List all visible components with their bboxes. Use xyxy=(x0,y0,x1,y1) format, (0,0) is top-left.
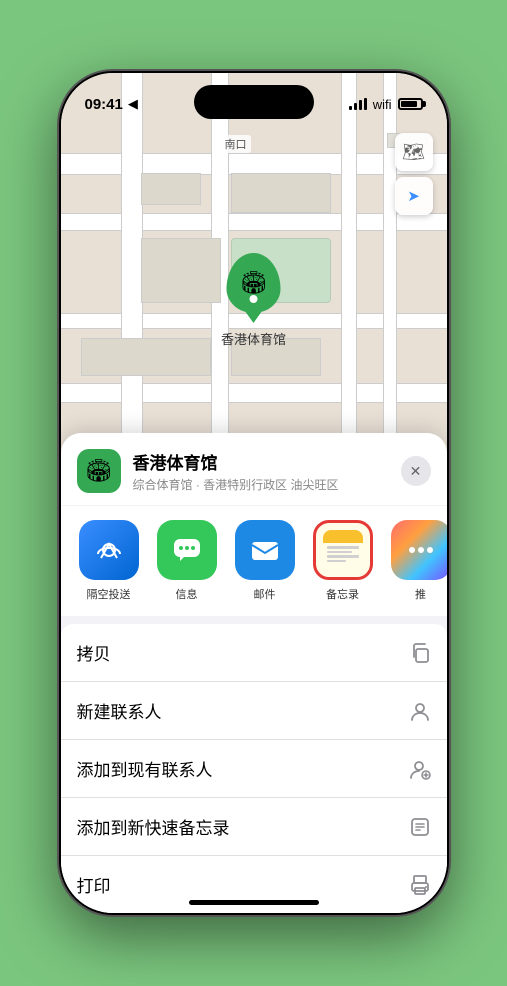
wifi-icon: wifi xyxy=(373,97,392,112)
venue-marker[interactable]: 🏟 香港体育馆 xyxy=(221,253,286,348)
share-item-message[interactable]: 信息 xyxy=(155,520,219,602)
share-item-airdrop[interactable]: 隔空投送 xyxy=(77,520,141,602)
bottom-sheet: 🏟 香港体育馆 综合体育馆 · 香港特别行政区 油尖旺区 ✕ xyxy=(61,433,447,913)
message-label: 信息 xyxy=(176,586,198,602)
action-copy[interactable]: 拷贝 xyxy=(61,624,447,682)
close-button[interactable]: ✕ xyxy=(401,456,431,486)
more-icon xyxy=(391,520,447,580)
airdrop-icon xyxy=(79,520,139,580)
map-background[interactable]: 南口 🗺 ➤ 🏟 香港体育馆 xyxy=(61,73,447,493)
action-add-existing[interactable]: 添加到现有联系人 xyxy=(61,740,447,798)
home-indicator xyxy=(189,900,319,905)
status-icons: wifi xyxy=(349,97,423,112)
airdrop-label: 隔空投送 xyxy=(87,586,131,602)
venue-description: 综合体育馆 · 香港特别行政区 油尖旺区 xyxy=(133,476,389,493)
sheet-header: 🏟 香港体育馆 综合体育馆 · 香港特别行政区 油尖旺区 ✕ xyxy=(61,433,447,505)
notes-label: 备忘录 xyxy=(326,586,359,602)
map-controls: 🗺 ➤ xyxy=(395,133,433,221)
action-list: 拷贝 新建联系人 添加到现有联系人 xyxy=(61,624,447,913)
dynamic-island xyxy=(194,85,314,119)
notes-icon xyxy=(313,520,373,580)
map-type-button[interactable]: 🗺 xyxy=(395,133,433,171)
share-item-mail[interactable]: 邮件 xyxy=(233,520,297,602)
new-contact-label: 新建联系人 xyxy=(77,698,162,723)
share-item-notes[interactable]: 备忘录 xyxy=(311,520,375,602)
share-item-more[interactable]: 推 xyxy=(389,520,447,602)
phone-screen: 09:41 ◀ wifi xyxy=(61,73,447,913)
add-contact-icon xyxy=(409,758,431,780)
marker-label: 香港体育馆 xyxy=(221,329,286,348)
venue-name: 香港体育馆 xyxy=(133,449,389,474)
print-icon xyxy=(409,874,431,896)
message-icon xyxy=(157,520,217,580)
add-existing-label: 添加到现有联系人 xyxy=(77,756,213,781)
battery-icon xyxy=(398,98,423,110)
mail-label: 邮件 xyxy=(254,586,276,602)
location-arrow-icon: ◀ xyxy=(128,96,138,112)
marker-pin: 🏟 xyxy=(226,253,280,313)
map-label-nankou: 南口 xyxy=(221,135,251,153)
mail-icon xyxy=(235,520,295,580)
status-time: 09:41 xyxy=(85,96,123,113)
new-contact-icon xyxy=(409,700,431,722)
action-add-notes[interactable]: 添加到新快速备忘录 xyxy=(61,798,447,856)
copy-label: 拷贝 xyxy=(77,640,111,665)
venue-info: 香港体育馆 综合体育馆 · 香港特别行政区 油尖旺区 xyxy=(133,449,389,493)
location-button[interactable]: ➤ xyxy=(395,177,433,215)
copy-icon xyxy=(409,642,431,664)
print-label: 打印 xyxy=(77,872,111,897)
signal-icon xyxy=(349,98,367,110)
phone-frame: 09:41 ◀ wifi xyxy=(59,71,449,915)
share-row: 隔空投送 信息 xyxy=(61,506,447,616)
quick-note-icon xyxy=(409,816,431,838)
venue-icon: 🏟 xyxy=(77,449,121,493)
action-new-contact[interactable]: 新建联系人 xyxy=(61,682,447,740)
more-label: 推 xyxy=(415,586,426,602)
add-notes-label: 添加到新快速备忘录 xyxy=(77,814,230,839)
